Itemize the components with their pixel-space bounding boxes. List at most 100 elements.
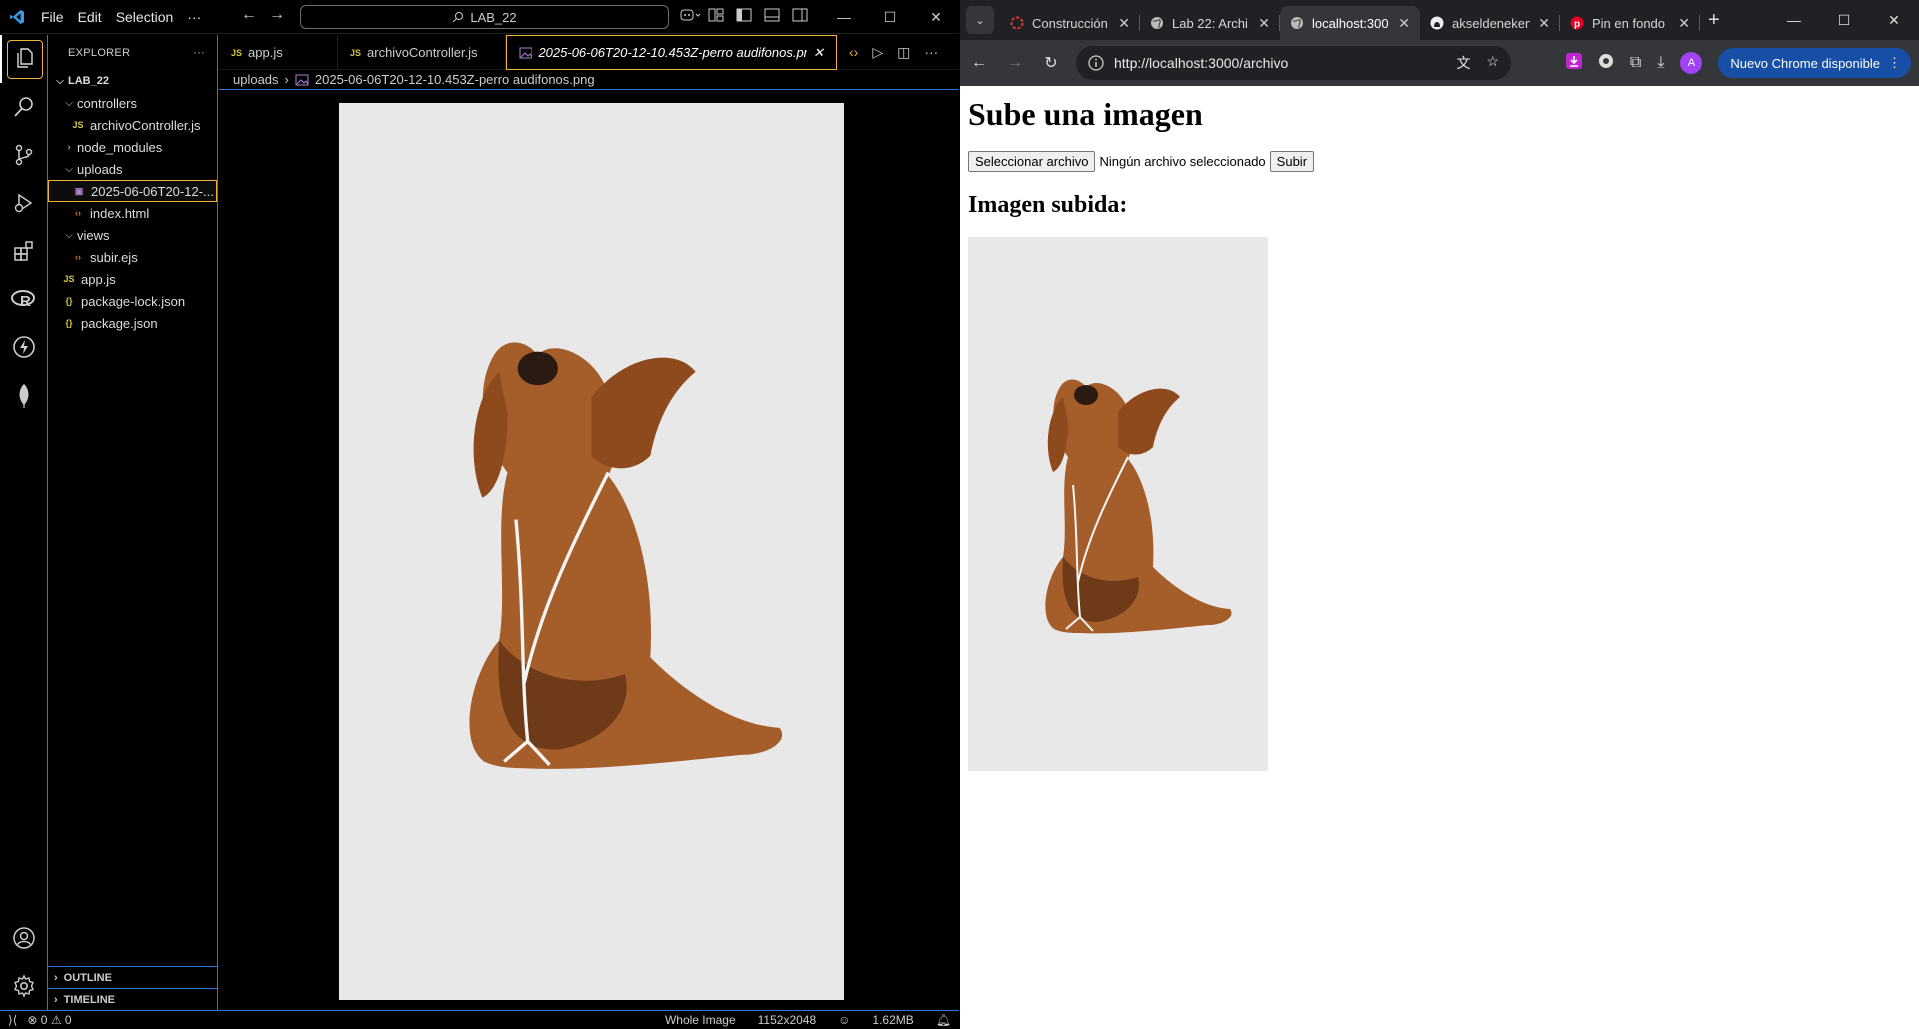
copilot-icon[interactable]	[680, 7, 701, 23]
address-bar[interactable]: http://localhost:3000/archivo 文 ☆	[1076, 46, 1511, 80]
maximize-icon[interactable]: ☐	[1819, 0, 1869, 40]
extensions-puzzle-icon[interactable]: ⧉	[1630, 54, 1641, 72]
tree-item[interactable]: {} package-lock.json	[48, 290, 217, 312]
forward-arrow-icon[interactable]: →	[1004, 54, 1026, 72]
tab-label: 2025-06-06T20-12-10.453Z-perro audifonos…	[538, 45, 808, 60]
chrome-tab-lab22[interactable]: Lab 22: Archi ✕	[1140, 6, 1280, 40]
back-arrow-icon[interactable]: ←	[241, 6, 257, 24]
thunder-client-activity[interactable]	[0, 323, 48, 371]
tree-item[interactable]: ⌵ uploads	[48, 158, 217, 180]
profile-avatar[interactable]: A	[1680, 52, 1703, 74]
command-center-search[interactable]: LAB_22	[300, 5, 669, 29]
more-actions-icon[interactable]: ···	[924, 44, 938, 60]
json-file-icon: {}	[65, 296, 73, 306]
tab-image-file[interactable]: 2025-06-06T20-12-10.453Z-perro audifonos…	[506, 35, 837, 70]
activity-bar: R	[0, 35, 48, 1010]
layout-customize-icon[interactable]	[708, 7, 724, 23]
breadcrumb-folder[interactable]: uploads	[233, 72, 279, 87]
manage-activity[interactable]	[0, 962, 48, 1010]
close-tab-icon[interactable]: ✕	[1258, 15, 1270, 32]
submit-button[interactable]: Subir	[1269, 151, 1315, 172]
kebab-menu-icon[interactable]: ⋮	[1888, 55, 1901, 71]
tree-item-label: uploads	[77, 161, 123, 177]
maximize-icon[interactable]: ☐	[867, 0, 913, 34]
tree-item[interactable]: {} package.json	[48, 312, 217, 334]
tree-item[interactable]: JS app.js	[48, 268, 217, 290]
extension-globe-icon[interactable]	[1598, 53, 1614, 74]
back-arrow-icon[interactable]: ←	[968, 54, 990, 72]
tab-search-dropdown-icon[interactable]: ⌄	[966, 6, 994, 34]
remote-icon[interactable]: ⟩⟨	[8, 1013, 17, 1027]
problems-indicator[interactable]: ⊗ 0 ⚠ 0	[27, 1013, 71, 1027]
outline-section[interactable]: › OUTLINE	[48, 966, 217, 988]
chrome-tab-pinterest[interactable]: p Pin en fondo ✕	[1560, 6, 1700, 40]
account-icon	[13, 927, 35, 949]
new-tab-plus-icon[interactable]: +	[1700, 9, 1728, 40]
open-source-icon[interactable]: ‹›	[849, 44, 858, 60]
tab-label: app.js	[248, 45, 283, 60]
zoom-status[interactable]: Whole Image	[665, 1013, 736, 1027]
tree-item-label: package.json	[81, 315, 158, 331]
tab-archivo-controller[interactable]: JS archivoController.js	[338, 35, 506, 70]
downloads-icon[interactable]: ⤓	[1657, 54, 1664, 72]
close-tab-icon[interactable]: ✕	[1118, 15, 1130, 32]
close-tab-icon[interactable]: ✕	[1678, 15, 1690, 32]
svg-text:R: R	[20, 293, 31, 310]
chrome-tab-construccion[interactable]: Construcción ✕	[1000, 6, 1140, 40]
search-activity[interactable]	[0, 83, 48, 131]
chrome-tab-github[interactable]: akseldeneken ✕	[1420, 6, 1560, 40]
menu-selection[interactable]: Selection	[109, 9, 181, 25]
menu-edit[interactable]: Edit	[71, 9, 109, 25]
accounts-activity[interactable]	[0, 914, 48, 962]
choose-file-button[interactable]: Seleccionar archivo	[968, 151, 1096, 172]
chrome-update-button[interactable]: Nuevo Chrome disponible ⋮	[1718, 48, 1911, 78]
minimize-icon[interactable]: —	[1769, 0, 1819, 40]
search-label: LAB_22	[470, 9, 517, 25]
notifications-bell-icon[interactable]: 🔔︎	[936, 1013, 951, 1027]
close-icon[interactable]: ✕	[1869, 0, 1919, 40]
toggle-panel-icon[interactable]	[764, 7, 780, 23]
tree-item[interactable]: › node_modules	[48, 136, 217, 158]
run-debug-activity[interactable]	[0, 179, 48, 227]
vscode-logo-icon	[0, 0, 34, 34]
tree-item[interactable]: ⌵ views	[48, 224, 217, 246]
reload-icon[interactable]: ↻	[1040, 53, 1062, 73]
tree-item[interactable]: ▣ 2025-06-06T20-12-...	[48, 180, 217, 202]
toggle-secondary-sidebar-icon[interactable]	[792, 7, 808, 23]
close-tab-icon[interactable]: ✕	[1538, 15, 1550, 32]
copilot-status-icon[interactable]: ☺	[838, 1013, 850, 1027]
site-info-icon[interactable]	[1088, 55, 1104, 71]
close-tab-icon[interactable]: ✕	[813, 45, 824, 61]
chrome-window: ⌄ Construcción ✕ Lab 22: Archi ✕ localho…	[960, 0, 1919, 1029]
gear-icon	[14, 974, 34, 998]
run-icon[interactable]: ▷	[872, 44, 883, 61]
chrome-tab-localhost[interactable]: localhost:300 ✕	[1280, 6, 1420, 40]
tab-title: Lab 22: Archi	[1172, 15, 1248, 31]
tree-item[interactable]: ‹› subir.ejs	[48, 246, 217, 268]
tree-item[interactable]: ⌵ controllers	[48, 92, 217, 114]
tree-item[interactable]: ‹› index.html	[48, 202, 217, 224]
breadcrumb-file[interactable]: 2025-06-06T20-12-10.453Z-perro audifonos…	[315, 72, 595, 87]
toggle-sidebar-icon[interactable]	[736, 7, 752, 23]
minimize-icon[interactable]: —	[821, 0, 867, 34]
more-actions-icon[interactable]: ···	[193, 47, 205, 59]
close-icon[interactable]: ✕	[913, 0, 959, 34]
forward-arrow-icon[interactable]: →	[269, 6, 285, 24]
tab-title: localhost:300	[1312, 15, 1389, 31]
explorer-activity[interactable]	[0, 35, 48, 83]
tree-item[interactable]: JS archivoController.js	[48, 114, 217, 136]
download-extension-icon[interactable]	[1565, 52, 1582, 74]
extensions-activity[interactable]	[0, 227, 48, 275]
timeline-section[interactable]: › TIMELINE	[48, 988, 217, 1010]
bookmark-star-icon[interactable]: ☆	[1486, 53, 1499, 73]
close-tab-icon[interactable]: ✕	[1398, 15, 1410, 32]
menu-more[interactable]: ···	[180, 9, 208, 25]
split-editor-icon[interactable]: ◫	[897, 44, 910, 61]
menu-file[interactable]: File	[34, 9, 71, 25]
source-control-activity[interactable]	[0, 131, 48, 179]
tree-root[interactable]: ⌵ LAB_22	[48, 70, 217, 92]
translate-icon[interactable]: 文	[1456, 53, 1470, 73]
mongodb-activity[interactable]	[0, 371, 48, 419]
r-extension-activity[interactable]: R	[0, 275, 48, 323]
tab-app-js[interactable]: JS app.js	[219, 35, 338, 70]
